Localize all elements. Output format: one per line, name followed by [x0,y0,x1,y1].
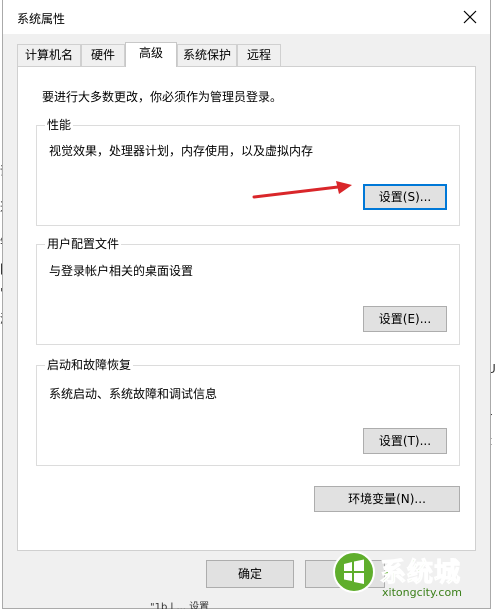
tab-advanced[interactable]: 高级 [125,42,177,67]
startup-recovery-group: 启动和故障恢复 系统启动、系统故障和调试信息 设置(T)... [36,358,460,466]
system-properties-dialog: 系统属性 计算机名 硬件 高级 系统保护 远程 要进行大多数更改，你必须作为管理… [2,0,491,609]
watermark-logo-icon [333,551,375,593]
group-description: 系统启动、系统故障和调试信息 [49,387,218,401]
close-button[interactable] [453,2,487,32]
red-arrow-annotation [252,181,352,199]
environment-variables-button[interactable]: 环境变量(N)... [314,486,460,512]
group-description: 视觉效果，处理器计划，内存使用，以及虚拟内存 [49,144,314,158]
watermark: 系统城 xitongcity.com [328,548,494,604]
background-caption: "1b l ... 设置 [150,602,210,609]
performance-settings-button[interactable]: 设置(S)... [363,184,447,210]
admin-note: 要进行大多数更改，你必须作为管理员登录。 [42,90,283,104]
watermark-text: 系统城 [379,558,462,589]
ok-button[interactable]: 确定 [206,560,294,588]
group-title: 启动和故障恢复 [45,358,134,372]
title-bar[interactable]: 系统属性 [3,0,490,34]
user-profiles-group: 用户配置文件 与登录帐户相关的桌面设置 设置(E)... [36,237,460,345]
tab-remote[interactable]: 远程 [237,44,281,66]
performance-group: 性能 视觉效果，处理器计划，内存使用，以及虚拟内存 设置(S)... [36,118,460,226]
window-title: 系统属性 [17,12,66,26]
advanced-tab-page: 要进行大多数更改，你必须作为管理员登录。 性能 视觉效果，处理器计划，内存使用，… [17,66,476,551]
tab-hardware[interactable]: 硬件 [81,44,125,66]
startup-recovery-settings-button[interactable]: 设置(T)... [363,428,447,454]
tab-system-protection[interactable]: 系统保护 [177,44,237,66]
tab-computer-name[interactable]: 计算机名 [17,44,81,66]
close-icon [463,10,477,24]
group-description: 与登录帐户相关的桌面设置 [49,264,194,278]
user-profiles-settings-button[interactable]: 设置(E)... [363,306,447,332]
group-title: 性能 [45,118,74,132]
watermark-url: xitongcity.com [382,586,462,599]
group-title: 用户配置文件 [45,237,122,251]
